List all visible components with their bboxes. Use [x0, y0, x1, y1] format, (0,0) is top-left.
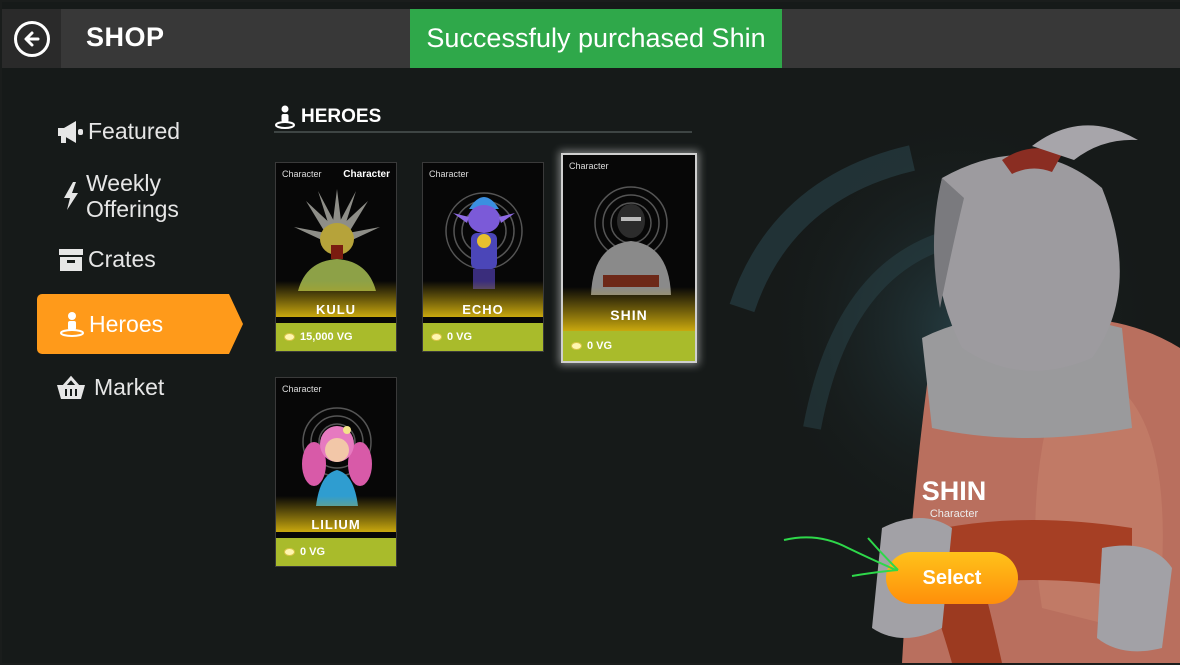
sidebar-item-label: Heroes [89, 310, 164, 337]
hero-card-echo[interactable]: Character ECHO 0 VG [422, 162, 544, 352]
sidebar-item-label: Weekly Offerings [86, 170, 179, 222]
hero-icon [274, 105, 296, 129]
hero-portrait-echo [423, 179, 543, 291]
sidebar-item-label: Market [94, 374, 165, 400]
section-header: HEROES [274, 102, 692, 133]
annotation-arrow-icon [783, 536, 899, 577]
hero-name: KULU [315, 302, 357, 317]
back-button[interactable] [2, 9, 61, 68]
coin-icon [571, 342, 582, 350]
arrow-left-icon [13, 20, 50, 57]
preview-hero-type: Character [929, 508, 979, 520]
hero-name: ECHO [462, 302, 504, 317]
hero-price: 0 VG [423, 323, 543, 351]
hero-price: 0 VG [563, 331, 695, 361]
coin-icon [284, 333, 295, 341]
card-type-label: Character [569, 161, 609, 171]
sidebar-item-label: Crates [88, 246, 156, 272]
card-type-label: Character [429, 169, 469, 179]
card-type-label: Character [343, 169, 390, 180]
hero-name: LILIUM [311, 517, 361, 532]
hero-portrait-shin [563, 171, 695, 295]
sidebar-item-market[interactable]: Market [56, 374, 164, 401]
price-value: 0 VG [300, 546, 326, 558]
shop-screen: SHOP Successfuly purchased Shin Featured… [2, 2, 1180, 663]
hero-card-lilium[interactable]: Character LILIUM 0 VG [275, 377, 397, 567]
card-type-label: Character [282, 384, 322, 394]
megaphone-icon [56, 119, 86, 145]
hero-icon [57, 311, 87, 337]
card-type-label: Character [282, 169, 322, 179]
hero-price: 0 VG [276, 538, 396, 566]
price-value: 15,000 VG [300, 331, 353, 343]
sidebar-item-heroes[interactable]: Heroes [37, 294, 243, 354]
hero-card-kulu[interactable]: Character Character KULU 15,000 VG [275, 162, 397, 352]
lightning-icon [56, 182, 86, 210]
hero-portrait-kulu [276, 179, 396, 291]
hero-portrait-lilium [276, 394, 396, 506]
hero-price: 15,000 VG [276, 323, 396, 351]
sidebar-item-crates[interactable]: Crates [56, 246, 156, 273]
sidebar-item-featured[interactable]: Featured [56, 118, 180, 145]
preview-hero-name: SHIN [921, 476, 987, 506]
basket-icon [56, 375, 86, 401]
crate-icon [56, 248, 86, 272]
coin-icon [431, 333, 442, 341]
sidebar-item-label: Featured [88, 118, 181, 144]
purchase-toast: Successfuly purchased Shin [410, 9, 782, 68]
sidebar-item-weekly-offerings[interactable]: Weekly Offerings [56, 170, 179, 222]
section-title: HEROES [301, 105, 382, 127]
top-bar: SHOP Successfuly purchased Shin [2, 9, 1180, 68]
coin-icon [284, 548, 295, 556]
price-value: 0 VG [587, 340, 613, 352]
page-title: SHOP [86, 22, 165, 52]
hero-card-shin[interactable]: Character SHIN 0 VG [561, 153, 697, 363]
price-value: 0 VG [447, 331, 473, 343]
hero-name: SHIN [610, 307, 648, 323]
